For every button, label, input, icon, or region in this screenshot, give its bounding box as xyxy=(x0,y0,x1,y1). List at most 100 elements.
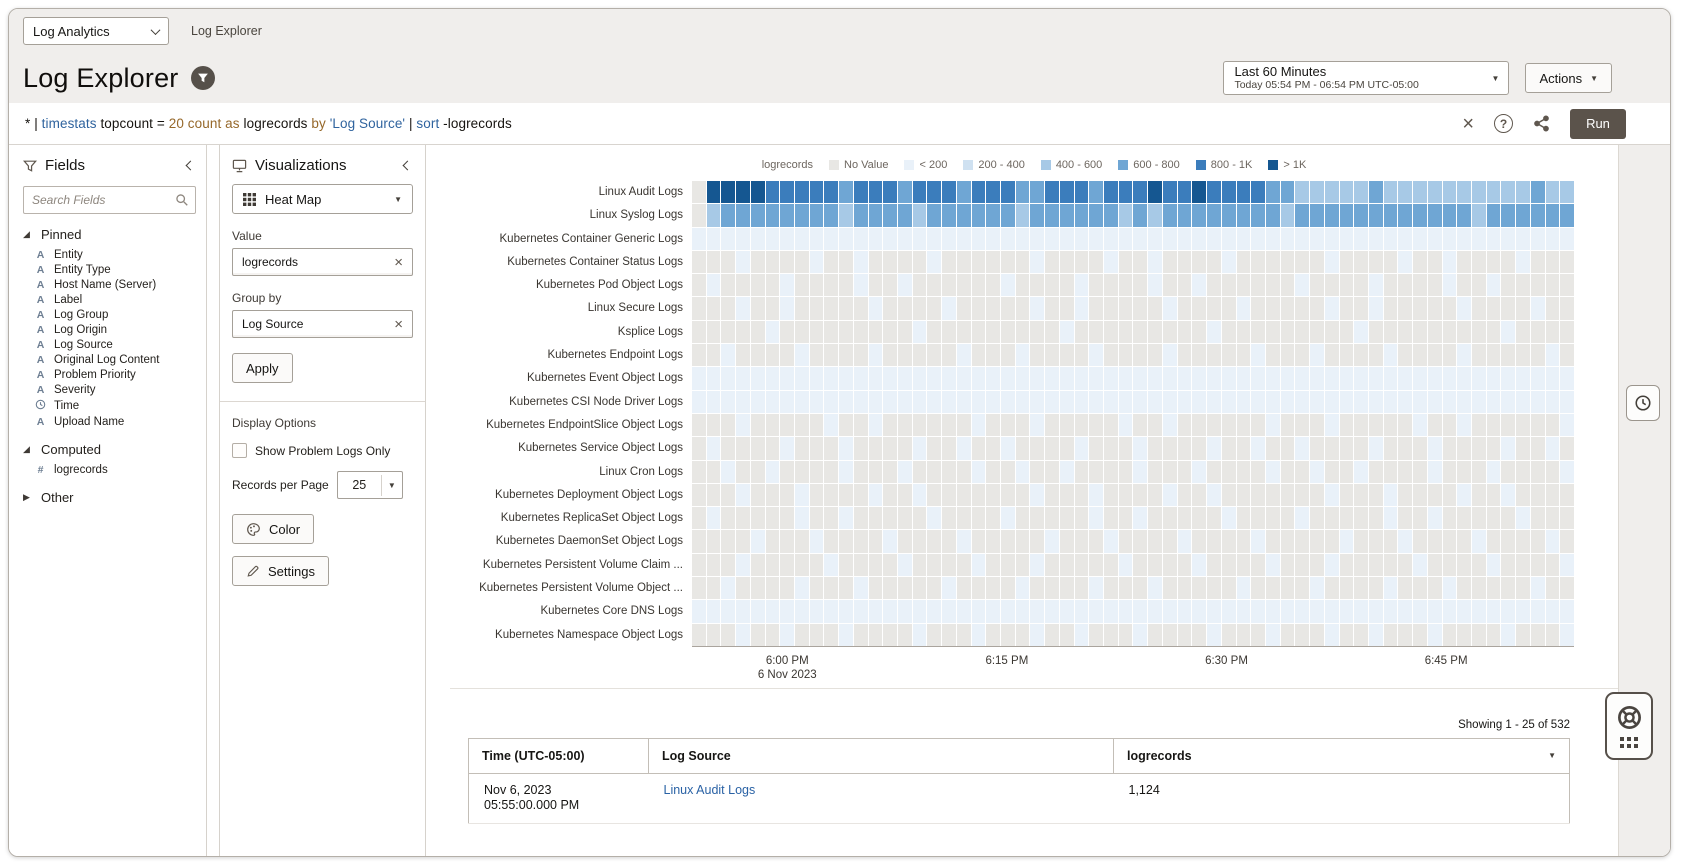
heatmap-cell[interactable] xyxy=(1457,321,1471,343)
heatmap-cell[interactable] xyxy=(1060,251,1074,273)
heatmap-cell[interactable] xyxy=(883,530,897,552)
heatmap-cell[interactable] xyxy=(1413,600,1427,622)
heatmap-cell[interactable] xyxy=(1501,554,1515,576)
heatmap-cell[interactable] xyxy=(1089,344,1103,366)
heatmap-cell[interactable] xyxy=(1413,461,1427,483)
heatmap-cell[interactable] xyxy=(883,507,897,529)
heatmap-cell[interactable] xyxy=(1428,251,1442,273)
heatmap-cell[interactable] xyxy=(766,624,780,646)
viz-type-select[interactable]: Heat Map ▼ xyxy=(232,184,413,214)
value-field[interactable]: logrecords × xyxy=(232,248,413,276)
heatmap-cell[interactable] xyxy=(780,484,794,506)
heatmap-cell[interactable] xyxy=(1354,554,1368,576)
heatmap-cell[interactable] xyxy=(1148,251,1162,273)
heatmap-cell[interactable] xyxy=(1428,297,1442,319)
heatmap-cell[interactable] xyxy=(1178,600,1192,622)
heatmap-cell[interactable] xyxy=(1472,507,1486,529)
heatmap-cell[interactable] xyxy=(854,577,868,599)
heatmap-cell[interactable] xyxy=(1531,577,1545,599)
heatmap-cell[interactable] xyxy=(1354,461,1368,483)
heatmap-cell[interactable] xyxy=(1163,554,1177,576)
heatmap-cell[interactable] xyxy=(1030,507,1044,529)
heatmap-cell[interactable] xyxy=(1325,367,1339,389)
heatmap-cell[interactable] xyxy=(942,321,956,343)
heatmap-cell[interactable] xyxy=(1060,367,1074,389)
heatmap-cell[interactable] xyxy=(839,507,853,529)
heatmap-cell[interactable] xyxy=(913,507,927,529)
heatmap-cell[interactable] xyxy=(1384,484,1398,506)
legend-item[interactable]: < 200 xyxy=(904,159,947,171)
heatmap-cell[interactable] xyxy=(1178,577,1192,599)
heatmap-cell[interactable] xyxy=(1281,414,1295,436)
heatmap-cell[interactable] xyxy=(1148,414,1162,436)
records-per-page-select[interactable]: 25 ▼ xyxy=(337,471,403,499)
heatmap-cell[interactable] xyxy=(766,461,780,483)
heatmap-cell[interactable] xyxy=(927,600,941,622)
heatmap-cell[interactable] xyxy=(1295,367,1309,389)
heatmap-cell[interactable] xyxy=(780,228,794,250)
heatmap-cell[interactable] xyxy=(1325,274,1339,296)
heatmap-cell[interactable] xyxy=(1560,251,1574,273)
heatmap-cell[interactable] xyxy=(1501,204,1515,226)
heatmap-cell[interactable] xyxy=(1001,461,1015,483)
heatmap-cell[interactable] xyxy=(1516,274,1530,296)
heatmap-cell[interactable] xyxy=(1119,437,1133,459)
heatmap-cell[interactable] xyxy=(1325,228,1339,250)
heatmap-cell[interactable] xyxy=(1089,484,1103,506)
heatmap-cell[interactable] xyxy=(1178,461,1192,483)
heatmap-cell[interactable] xyxy=(957,251,971,273)
heatmap-cell[interactable] xyxy=(1310,577,1324,599)
heatmap-cell[interactable] xyxy=(1281,181,1295,203)
heatmap-cell[interactable] xyxy=(1325,507,1339,529)
heatmap-cell[interactable] xyxy=(1398,344,1412,366)
heatmap-cell[interactable] xyxy=(972,228,986,250)
heatmap-cell[interactable] xyxy=(1487,321,1501,343)
heatmap-cell[interactable] xyxy=(810,600,824,622)
heatmap-cell[interactable] xyxy=(927,624,941,646)
heatmap-cell[interactable] xyxy=(883,274,897,296)
heatmap-cell[interactable] xyxy=(824,484,838,506)
heatmap-cell[interactable] xyxy=(1001,437,1015,459)
heatmap-cell[interactable] xyxy=(1546,484,1560,506)
heatmap-cell[interactable] xyxy=(692,228,706,250)
heatmap-cell[interactable] xyxy=(692,391,706,413)
heatmap-cell[interactable] xyxy=(1472,297,1486,319)
heatmap-cell[interactable] xyxy=(1413,414,1427,436)
heatmap-cell[interactable] xyxy=(1133,554,1147,576)
heatmap-cell[interactable] xyxy=(1472,391,1486,413)
heatmap-cell[interactable] xyxy=(1119,181,1133,203)
heatmap-cell[interactable] xyxy=(1457,414,1471,436)
heatmap-cell[interactable] xyxy=(751,530,765,552)
heatmap-cell[interactable] xyxy=(883,321,897,343)
heatmap-cell[interactable] xyxy=(1075,274,1089,296)
fields-section-header[interactable]: ◢Computed xyxy=(23,442,196,457)
heatmap-cell[interactable] xyxy=(1030,554,1044,576)
heatmap-cell[interactable] xyxy=(927,251,941,273)
heatmap-cell[interactable] xyxy=(1487,437,1501,459)
heatmap-cell[interactable] xyxy=(1045,181,1059,203)
heatmap-cell[interactable] xyxy=(1384,251,1398,273)
heatmap-cell[interactable] xyxy=(1001,297,1015,319)
heatmap-cell[interactable] xyxy=(692,414,706,436)
heatmap-cell[interactable] xyxy=(1016,554,1030,576)
heatmap-cell[interactable] xyxy=(1501,577,1515,599)
heatmap-cell[interactable] xyxy=(1340,554,1354,576)
heatmap-cell[interactable] xyxy=(736,181,750,203)
heatmap-cell[interactable] xyxy=(986,391,1000,413)
heatmap-cell[interactable] xyxy=(1222,461,1236,483)
heatmap-cell[interactable] xyxy=(927,274,941,296)
heatmap-cell[interactable] xyxy=(1148,297,1162,319)
heatmap-cell[interactable] xyxy=(1546,624,1560,646)
heatmap-cell[interactable] xyxy=(913,484,927,506)
heatmap-cell[interactable] xyxy=(1457,204,1471,226)
heatmap-cell[interactable] xyxy=(1016,391,1030,413)
heatmap-cell[interactable] xyxy=(1546,600,1560,622)
heatmap-cell[interactable] xyxy=(972,297,986,319)
heatmap-cell[interactable] xyxy=(1163,274,1177,296)
heatmap-cell[interactable] xyxy=(692,600,706,622)
heatmap-cell[interactable] xyxy=(736,484,750,506)
heatmap-cell[interactable] xyxy=(1546,274,1560,296)
heatmap-cell[interactable] xyxy=(1354,321,1368,343)
heatmap-cell[interactable] xyxy=(1472,600,1486,622)
heatmap-cell[interactable] xyxy=(1443,554,1457,576)
